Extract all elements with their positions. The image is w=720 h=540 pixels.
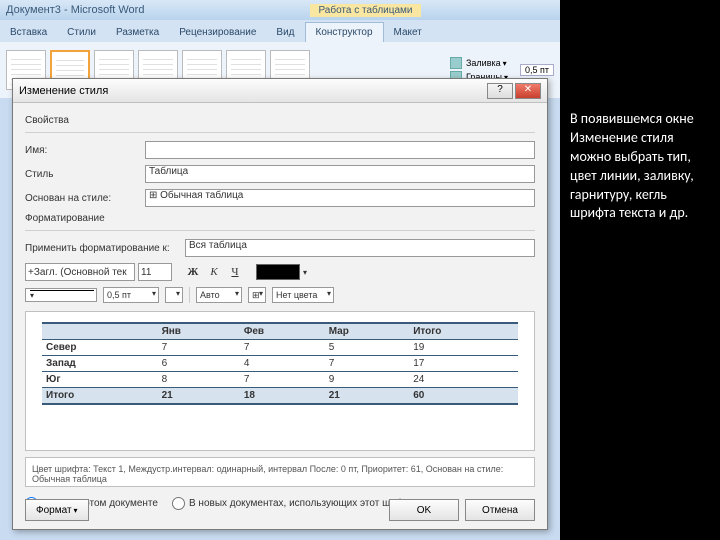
line-weight-box[interactable]: 0,5 пт [520, 64, 554, 76]
table-row: Север77519 [42, 340, 518, 356]
table-total-row: Итого21182160 [42, 388, 518, 405]
basedon-label: Основан на стиле: [25, 193, 145, 204]
tab-styles[interactable]: Стили [57, 23, 106, 42]
font-color-swatch[interactable] [256, 264, 300, 280]
line-weight-select[interactable]: 0,5 пт [103, 287, 159, 303]
tab-design[interactable]: Конструктор [305, 22, 384, 42]
ribbon-tabs: Вставка Стили Разметка Рецензирование Ви… [0, 20, 560, 42]
tab-tablelayout[interactable]: Макет [384, 23, 432, 42]
style-description: Цвет шрифта: Текст 1, Междустр.интервал:… [25, 457, 535, 487]
cancel-button[interactable]: Отмена [465, 499, 535, 521]
name-label: Имя: [25, 145, 145, 156]
shading-dropdown[interactable]: Заливка [466, 58, 507, 68]
fill-color-select[interactable]: Нет цвета [272, 287, 334, 303]
apply-to-select[interactable]: Вся таблица [185, 239, 535, 257]
tab-review[interactable]: Рецензирование [169, 23, 266, 42]
format-menu-button[interactable]: Формат [25, 499, 89, 521]
formatting-section-label: Форматирование [25, 213, 535, 224]
italic-button[interactable]: К [205, 263, 223, 281]
tab-layout[interactable]: Разметка [106, 23, 169, 42]
applyto-label: Применить форматирование к: [25, 243, 185, 254]
tab-insert[interactable]: Вставка [0, 23, 57, 42]
dialog-titlebar: Изменение стиля ? ✕ [13, 79, 547, 103]
underline-button[interactable]: Ч [226, 263, 244, 281]
based-on-select[interactable]: ⊞ Обычная таблица [145, 189, 535, 207]
ok-button[interactable]: OK [389, 499, 459, 521]
table-preview: Янв Фев Мар Итого Север77519 Запад64717 … [25, 311, 535, 451]
table-row: Юг87924 [42, 372, 518, 388]
style-type-select[interactable]: Таблица [145, 165, 535, 183]
style-name-input[interactable] [145, 141, 535, 159]
annotation-text: В появившемся окне Изменение стиля можно… [570, 110, 710, 223]
font-toolbar: +Загл. (Основной тек 11 Ж К Ч ▾ [25, 263, 535, 281]
border-grid-select[interactable]: ⊞ [248, 287, 266, 303]
table-row: Запад64717 [42, 356, 518, 372]
modify-style-dialog: Изменение стиля ? ✕ Свойства Имя: Стиль … [12, 78, 548, 530]
table-tools-context: Работа с таблицами [310, 4, 420, 17]
pen-color-select[interactable] [165, 287, 183, 303]
line-style-select[interactable] [25, 288, 97, 302]
bold-button[interactable]: Ж [184, 263, 202, 281]
close-button[interactable]: ✕ [515, 83, 541, 99]
word-titlebar: Документ3 - Microsoft Word Работа с табл… [0, 0, 560, 20]
shading-icon [450, 57, 462, 69]
properties-section-label: Свойства [25, 115, 535, 126]
tab-view[interactable]: Вид [266, 23, 304, 42]
font-size-select[interactable]: 11 [138, 263, 172, 281]
dialog-title: Изменение стиля [19, 85, 108, 97]
document-title: Документ3 - Microsoft Word [6, 4, 144, 16]
font-family-select[interactable]: +Загл. (Основной тек [25, 263, 135, 281]
border-toolbar: 0,5 пт Авто ⊞ Нет цвета [25, 287, 535, 303]
preview-table: Янв Фев Мар Итого Север77519 Запад64717 … [42, 322, 518, 405]
border-preset-select[interactable]: Авто [196, 287, 242, 303]
help-button[interactable]: ? [487, 83, 513, 99]
styletype-label: Стиль [25, 169, 145, 180]
